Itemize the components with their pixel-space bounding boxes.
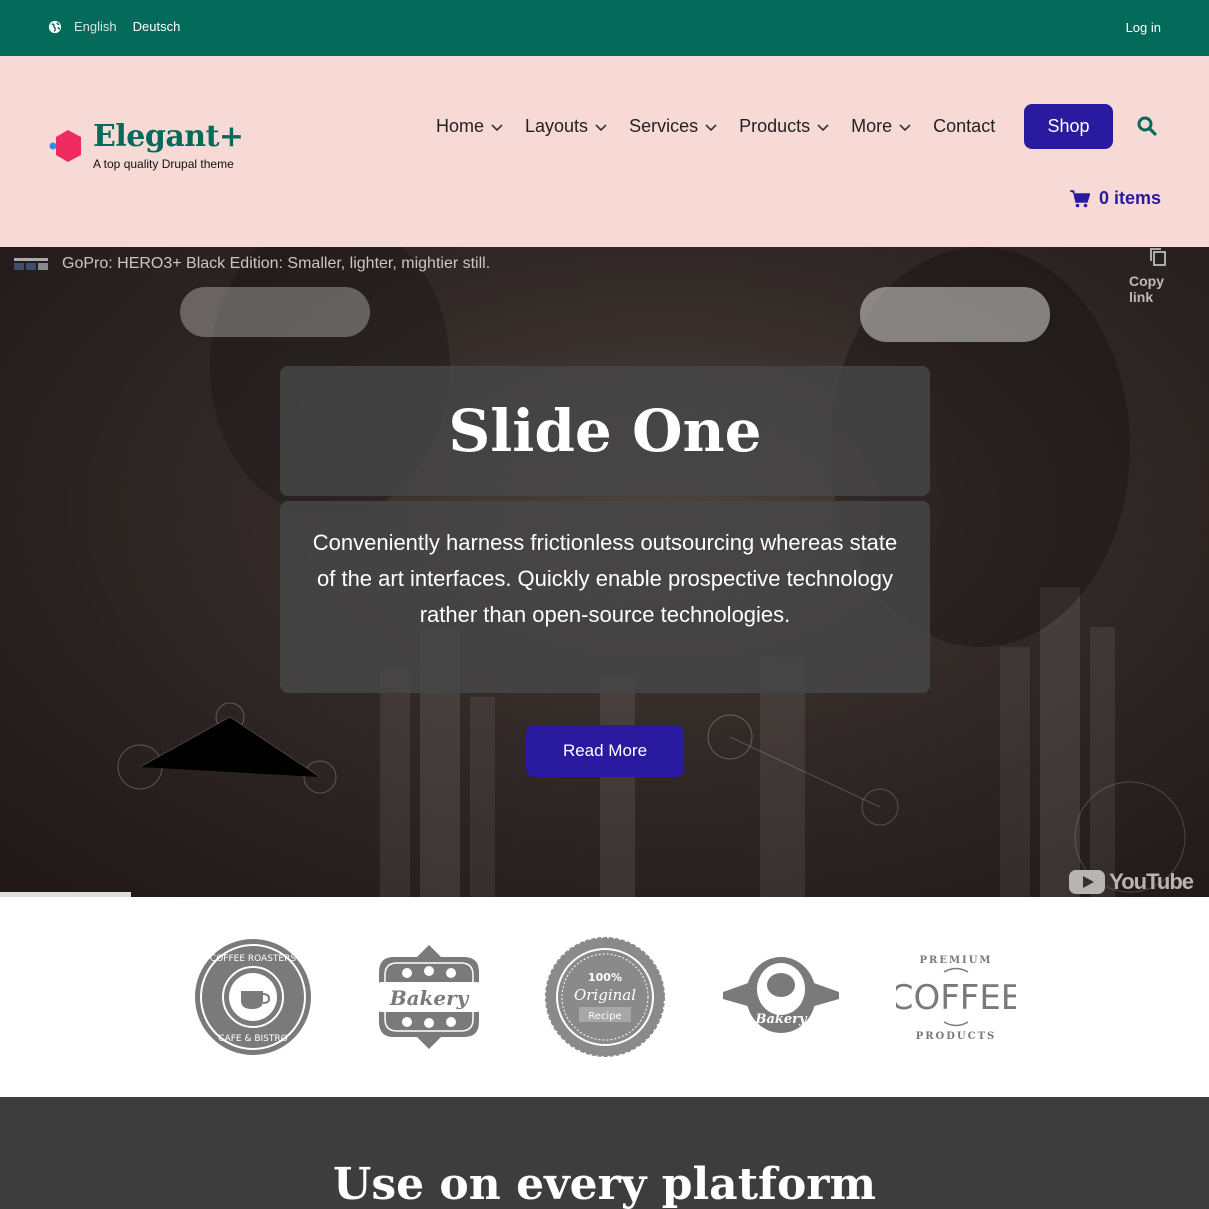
platform-section-title: Use on every platform — [332, 1159, 877, 1209]
bakery-ribbon-badge: Bakery — [723, 957, 839, 1033]
client-logos: COFFEE ROASTERS CAFE & BISTRO Bakery 100… — [0, 897, 1209, 1097]
svg-text:PRODUCTS: PRODUCTS — [916, 1031, 997, 1042]
chevron-down-icon — [899, 124, 911, 132]
main-nav: Home Layouts Services Products More Cont… — [436, 104, 1017, 149]
slide-title: Slide One — [448, 397, 762, 465]
top-bar: English Deutsch Log in — [0, 0, 1209, 56]
gopro-channel-icon — [14, 258, 48, 270]
shop-button[interactable]: Shop — [1024, 104, 1113, 149]
nav-item-more[interactable]: More — [851, 116, 911, 137]
nav-item-home[interactable]: Home — [436, 116, 503, 137]
language-english-link[interactable]: English — [74, 19, 117, 34]
nav-item-layouts[interactable]: Layouts — [525, 116, 607, 137]
nav-label: Products — [739, 116, 811, 136]
video-title[interactable]: GoPro: HERO3+ Black Edition: Smaller, li… — [62, 255, 490, 273]
bakery-badge: Bakery — [374, 945, 484, 1049]
original-recipe-badge: 100% Original Recipe — [545, 937, 665, 1057]
site-slogan: A top quality Drupal theme — [93, 157, 234, 171]
slide-description: Conveniently harness frictionless outsou… — [280, 501, 930, 693]
copy-icon — [1150, 248, 1166, 266]
video-title-bar[interactable]: GoPro: HERO3+ Black Edition: Smaller, li… — [14, 255, 490, 273]
search-icon[interactable] — [1137, 116, 1157, 136]
svg-text:Bakery: Bakery — [754, 1012, 808, 1027]
svg-text:COFFEE: COFFEE — [896, 978, 1016, 1018]
slide-text: Conveniently harness frictionless outsou… — [312, 530, 898, 627]
chevron-down-icon — [491, 124, 503, 132]
chevron-down-icon — [817, 124, 829, 132]
login-link[interactable]: Log in — [1126, 20, 1161, 35]
language-switcher: English Deutsch — [48, 19, 180, 34]
premium-coffee-badge: PREMIUM COFFEE PRODUCTS — [896, 955, 1016, 1042]
nav-item-services[interactable]: Services — [629, 116, 717, 137]
shopping-cart-icon — [1069, 189, 1090, 207]
svg-text:Recipe: Recipe — [588, 1011, 621, 1022]
nav-label: Contact — [933, 116, 996, 136]
copy-link-label: Copy link — [1129, 273, 1164, 305]
logo-icon[interactable] — [48, 128, 82, 164]
nav-item-contact[interactable]: Contact — [933, 116, 995, 137]
site-name[interactable]: Elegant+ — [93, 119, 244, 154]
copy-link-button[interactable]: Copy link — [1129, 247, 1187, 305]
youtube-link[interactable]: YouTube — [1069, 869, 1194, 895]
language-deutsch-link[interactable]: Deutsch — [133, 19, 181, 34]
chevron-down-icon — [595, 124, 607, 132]
svg-text:Bakery: Bakery — [389, 986, 470, 1010]
svg-text:CAFE & BISTRO: CAFE & BISTRO — [218, 1034, 287, 1044]
cart-count: 0 items — [1098, 188, 1161, 208]
hero-slider: GoPro: HERO3+ Black Edition: Smaller, li… — [0, 247, 1209, 897]
nav-item-products[interactable]: Products — [739, 116, 829, 137]
youtube-icon — [1069, 870, 1106, 894]
svg-text:Original: Original — [574, 986, 636, 1004]
chevron-down-icon — [705, 124, 717, 132]
svg-text:COFFEE ROASTERS: COFFEE ROASTERS — [210, 954, 296, 964]
platform-section: Use on every platform — [0, 1097, 1209, 1209]
nav-label: Layouts — [525, 116, 589, 136]
nav-label: More — [851, 116, 893, 136]
svg-text:100%: 100% — [588, 971, 622, 984]
read-more-button[interactable]: Read More — [526, 725, 684, 777]
cart-link[interactable]: 0 items — [1069, 188, 1161, 209]
nav-label: Home — [436, 116, 485, 136]
svg-text:PREMIUM: PREMIUM — [920, 955, 993, 966]
coffee-roasters-badge: COFFEE ROASTERS CAFE & BISTRO — [195, 939, 311, 1055]
youtube-label: YouTube — [1109, 869, 1194, 894]
slide-title-box: Slide One — [280, 366, 930, 496]
globe-icon — [48, 20, 62, 33]
nav-label: Services — [629, 116, 699, 136]
